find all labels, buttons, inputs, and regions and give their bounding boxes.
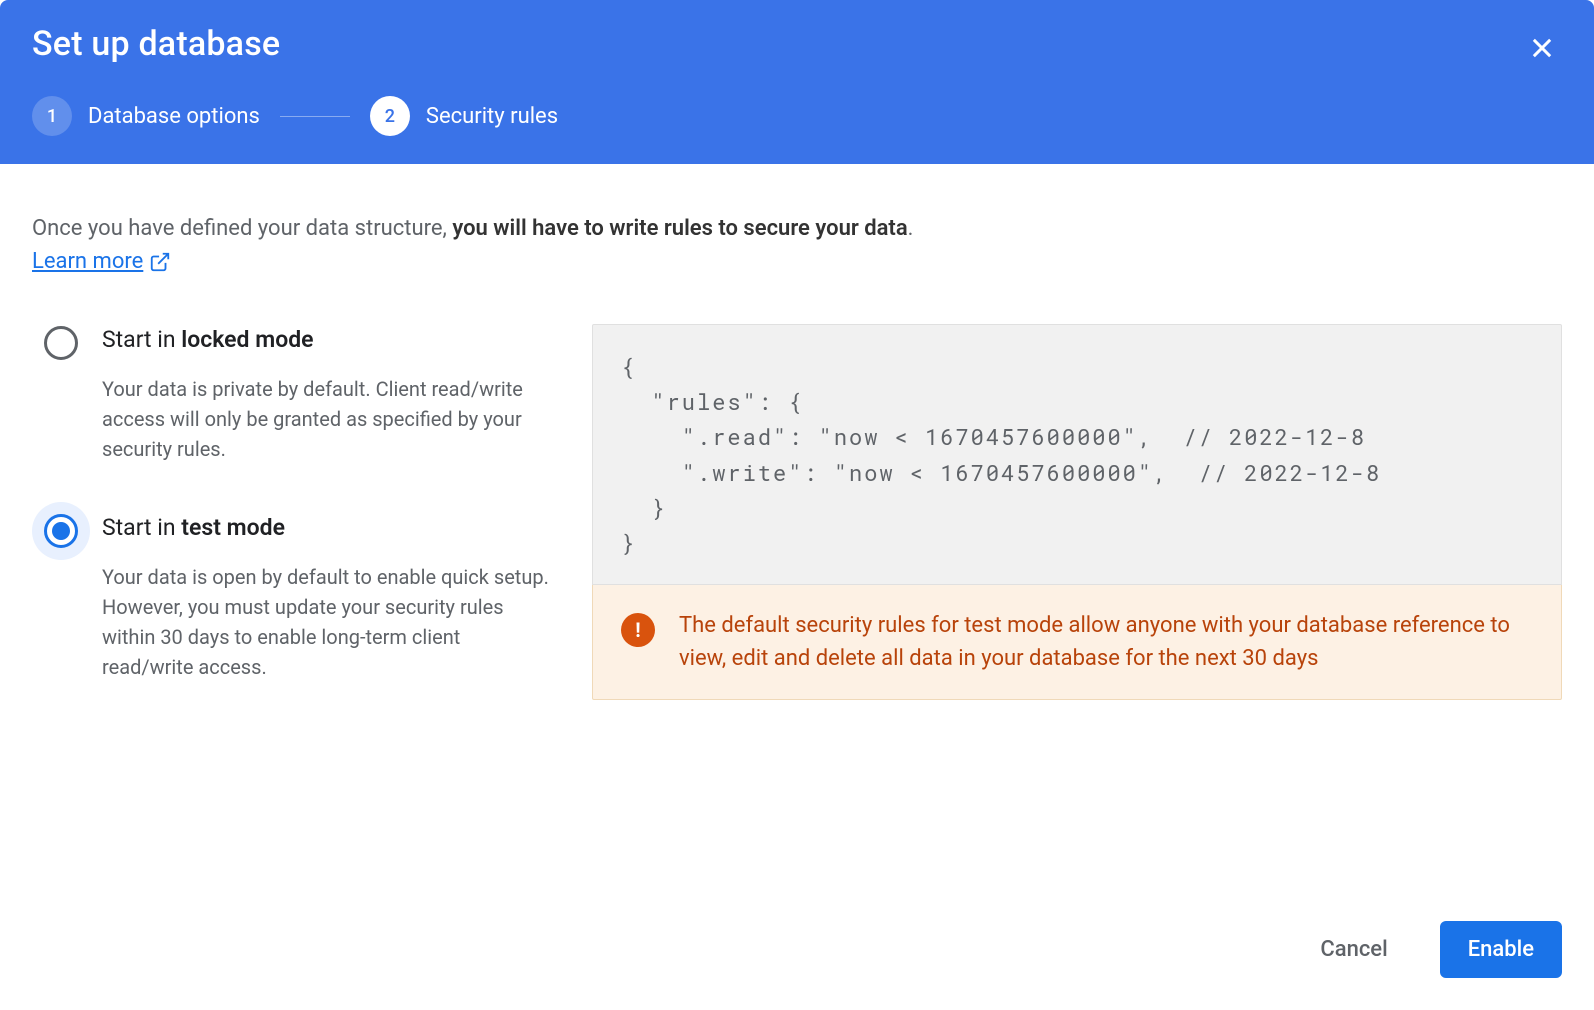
step-number: 1 bbox=[32, 96, 72, 136]
external-link-icon bbox=[149, 251, 171, 273]
close-icon bbox=[1528, 34, 1556, 62]
step-security-rules[interactable]: 2 Security rules bbox=[370, 96, 558, 136]
modal-title: Set up database bbox=[32, 24, 1562, 64]
option-description: Your data is private by default. Client … bbox=[102, 374, 552, 464]
radio-test-mode[interactable] bbox=[44, 514, 78, 548]
warning-icon: ! bbox=[621, 613, 655, 647]
option-test-mode[interactable]: Start in test mode Your data is open by … bbox=[32, 512, 552, 682]
step-connector bbox=[280, 116, 350, 117]
intro-text: Once you have defined your data structur… bbox=[32, 212, 1562, 245]
stepper: 1 Database options 2 Security rules bbox=[32, 96, 1562, 136]
enable-button[interactable]: Enable bbox=[1440, 921, 1562, 978]
preview-column: { "rules": { ".read": "now < 16704576000… bbox=[592, 324, 1562, 730]
step-number: 2 bbox=[370, 96, 410, 136]
option-locked-mode[interactable]: Start in locked mode Your data is privat… bbox=[32, 324, 552, 464]
close-button[interactable] bbox=[1522, 28, 1562, 68]
warning-text: The default security rules for test mode… bbox=[679, 609, 1533, 675]
option-content: Start in locked mode Your data is privat… bbox=[102, 324, 552, 464]
step-database-options[interactable]: 1 Database options bbox=[32, 96, 260, 136]
radio-locked-mode[interactable] bbox=[44, 326, 78, 360]
rules-code-preview: { "rules": { ".read": "now < 16704576000… bbox=[592, 324, 1562, 585]
option-description: Your data is open by default to enable q… bbox=[102, 562, 552, 682]
intro-bold: you will have to write rules to secure y… bbox=[452, 216, 907, 241]
learn-more-link[interactable]: Learn more bbox=[32, 249, 171, 274]
modal-header: Set up database 1 Database options 2 Sec… bbox=[0, 0, 1594, 164]
learn-more-label: Learn more bbox=[32, 249, 143, 274]
intro-prefix: Once you have defined your data structur… bbox=[32, 216, 452, 241]
warning-banner: ! The default security rules for test mo… bbox=[592, 585, 1562, 700]
setup-database-modal: Set up database 1 Database options 2 Sec… bbox=[0, 0, 1594, 1010]
cancel-button[interactable]: Cancel bbox=[1292, 921, 1415, 978]
modal-body: Once you have defined your data structur… bbox=[0, 164, 1594, 897]
content-row: Start in locked mode Your data is privat… bbox=[32, 324, 1562, 730]
options-column: Start in locked mode Your data is privat… bbox=[32, 324, 552, 730]
option-content: Start in test mode Your data is open by … bbox=[102, 512, 552, 682]
step-label: Database options bbox=[88, 104, 260, 129]
modal-footer: Cancel Enable bbox=[0, 897, 1594, 1010]
step-label: Security rules bbox=[426, 104, 558, 129]
intro-suffix: . bbox=[908, 216, 914, 241]
option-title: Start in locked mode bbox=[102, 324, 552, 356]
option-title: Start in test mode bbox=[102, 512, 552, 544]
